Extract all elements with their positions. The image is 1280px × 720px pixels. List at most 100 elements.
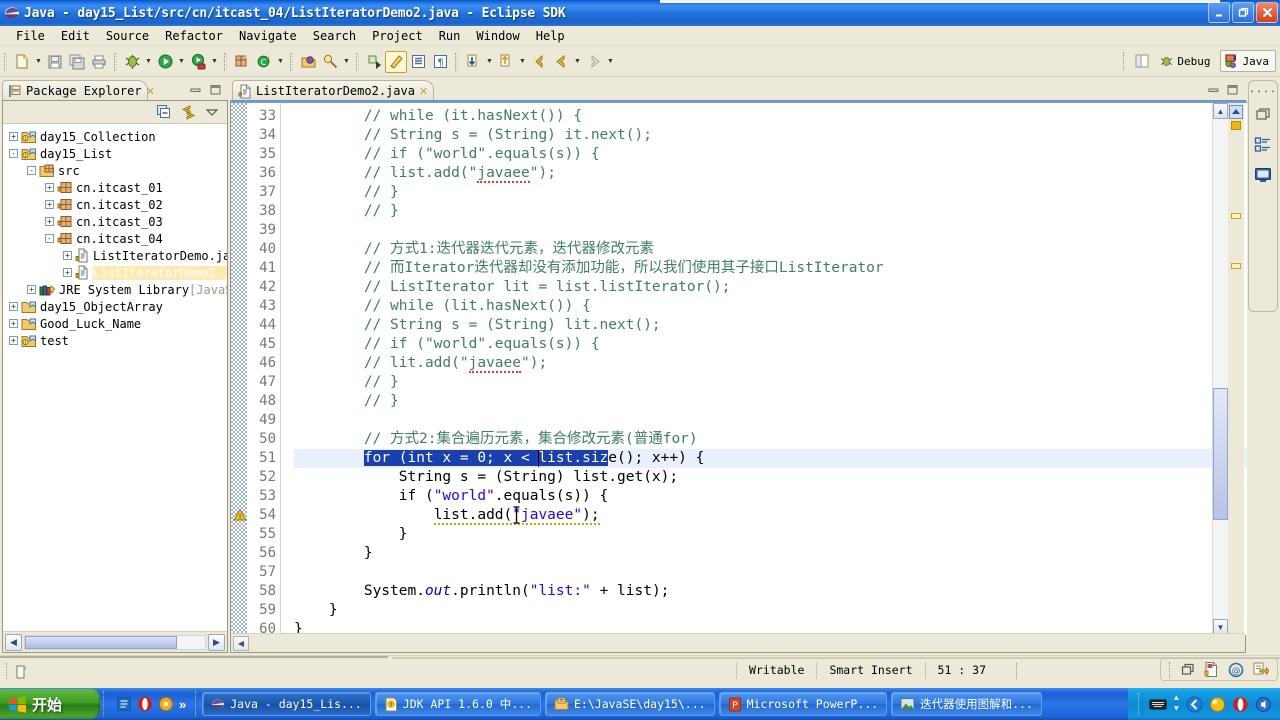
code-line[interactable]: // 而Iterator迭代器却没有添加功能，所以我们使用其子接口ListIte… [294, 259, 884, 278]
tree-item[interactable]: - Jday15_List [3, 145, 227, 162]
opera-tray-icon[interactable] [1232, 696, 1249, 713]
input-method-icon[interactable]: ⯅ ⯆ [1173, 693, 1180, 715]
menu-search[interactable]: Search [305, 28, 364, 44]
save-all-icon[interactable] [66, 51, 88, 73]
code-area[interactable]: ! 33 34 35 36 37 38 39 40 41 42 43 44 45 46 47 48 49 50 51… [231, 103, 1247, 635]
next-annotation-icon[interactable] [363, 51, 385, 73]
scroll-thumb[interactable] [1213, 388, 1228, 520]
code-line[interactable]: // list.add("javaee"); [294, 164, 556, 183]
expand-toggle-icon[interactable]: + [27, 285, 36, 294]
tree-item[interactable]: + Good_Luck_Name [3, 315, 227, 332]
expand-toggle-icon[interactable]: + [63, 268, 72, 277]
toolbar-grip-4[interactable] [290, 52, 293, 71]
task-item-eclipse[interactable]: Java - day15_Lis... [202, 692, 371, 716]
editor-vertical-scrollbar[interactable]: ▲ ▼ [1212, 103, 1228, 635]
code-line[interactable]: // while (it.hasNext()) { [294, 107, 582, 126]
explorer-horizontal-scrollbar[interactable]: ◀ ▶ [3, 631, 227, 652]
close-icon[interactable]: ✕ [146, 85, 155, 98]
code-line[interactable]: System.out.println("list:" + list); [294, 582, 670, 601]
previous-annotation-dropdown-icon[interactable]: ▼ [517, 51, 528, 73]
tree-item[interactable]: +! ListIteratorDemo2.j [3, 264, 227, 281]
overview-ruler[interactable] [1228, 103, 1244, 635]
window-controls[interactable] [1208, 2, 1278, 23]
minimize-icon[interactable] [189, 84, 202, 97]
code-line[interactable]: // if ("world".equals(s)) { [294, 145, 600, 164]
menu-source[interactable]: Source [98, 28, 157, 44]
minimize-button[interactable] [1208, 2, 1230, 23]
new-java-class-icon[interactable]: C [253, 51, 275, 73]
tree-item[interactable]: + day15_ObjectArray [3, 298, 227, 315]
overview-marker[interactable] [1231, 121, 1241, 130]
print-icon[interactable] [88, 51, 110, 73]
scroll-up-button[interactable]: ▲ [1213, 103, 1228, 119]
link-with-editor-icon[interactable] [177, 101, 199, 123]
tree-item[interactable]: + JRE System Library [JavaSE [3, 281, 227, 298]
code-line[interactable]: String s = (String) list.get(x); [294, 468, 678, 487]
email-icon[interactable]: @ [1228, 662, 1244, 678]
last-edit-location-icon[interactable] [528, 51, 550, 73]
search-icon[interactable] [319, 51, 341, 73]
expand-toggle-icon[interactable]: + [9, 302, 18, 311]
run-external-tools-icon[interactable] [187, 51, 209, 73]
tree-item[interactable]: +! cn.itcast_01 [3, 179, 227, 196]
new-java-package-icon[interactable] [231, 51, 253, 73]
menu-project[interactable]: Project [364, 28, 431, 44]
menu-file[interactable]: File [8, 28, 53, 44]
tree-item[interactable]: +! ListIteratorDemo.ja [3, 247, 227, 264]
menu-window[interactable]: Window [468, 28, 527, 44]
toolbar-grip-3[interactable] [224, 52, 227, 71]
close-icon[interactable]: ✕ [419, 85, 428, 98]
collapse-all-icon[interactable] [153, 101, 175, 123]
next-annotation-nav-icon[interactable] [462, 51, 484, 73]
quick-launch-grip[interactable] [103, 691, 107, 717]
annotation-bar[interactable]: ! [231, 103, 247, 635]
expand-toggle-icon[interactable]: + [9, 132, 18, 141]
forward-icon[interactable] [583, 51, 605, 73]
code-line[interactable]: // } [294, 183, 399, 202]
editor-horizontal-scrollbar[interactable]: ◀ [231, 633, 1245, 652]
menu-help[interactable]: Help [528, 28, 573, 44]
collapse-toggle-icon[interactable]: - [9, 149, 18, 158]
run-icon[interactable] [154, 51, 176, 73]
media-player-icon[interactable] [158, 696, 174, 712]
show-whitespace-icon[interactable]: ¶ [429, 51, 451, 73]
status-bar-grip-2[interactable] [1016, 662, 1020, 679]
task-item-powerpoint[interactable]: P Microsoft PowerP... [718, 692, 888, 716]
new-java-class-dropdown-icon[interactable]: ▼ [275, 51, 286, 73]
console-view-icon[interactable] [1252, 164, 1274, 186]
task-item-image-viewer[interactable]: 迭代器使用图解和... [891, 692, 1042, 716]
code-line[interactable]: // if ("world".equals(s)) { [294, 335, 600, 354]
tree-item[interactable]: -! cn.itcast_04 [3, 230, 227, 247]
code-line[interactable]: if ("world".equals(s)) { [294, 487, 609, 506]
blue-circle-icon[interactable] [1186, 696, 1203, 713]
collapse-toggle-icon[interactable]: - [45, 234, 54, 243]
fast-view-grip[interactable]: • • • • [1251, 87, 1276, 96]
code-line[interactable]: } [294, 601, 338, 620]
expand-toggle-icon[interactable]: + [45, 183, 54, 192]
menu-run[interactable]: Run [431, 28, 469, 44]
status-icons-grip[interactable] [1169, 661, 1173, 678]
outline-view-icon[interactable] [1252, 134, 1274, 156]
tile-windows-icon[interactable] [1181, 663, 1195, 677]
code-line[interactable]: // } [294, 373, 399, 392]
tree-item[interactable]: + Jday15_Collection [3, 128, 227, 145]
task-items-grip[interactable] [195, 691, 200, 717]
menu-refactor[interactable]: Refactor [157, 28, 231, 44]
code-line[interactable]: // 方式1:迭代器迭代元素，迭代器修改元素 [294, 240, 654, 259]
opera-icon[interactable] [137, 696, 153, 712]
yellow-ball-icon[interactable] [1209, 696, 1226, 713]
volume-icon[interactable] [1255, 696, 1272, 713]
debug-dropdown-icon[interactable]: ▼ [143, 51, 154, 73]
view-menu-icon[interactable] [201, 101, 223, 123]
search-dropdown-icon[interactable]: ▼ [341, 51, 352, 73]
maximize-icon[interactable] [209, 83, 222, 96]
menu-edit[interactable]: Edit [53, 28, 98, 44]
expand-toggle-icon[interactable]: + [63, 251, 72, 260]
toggle-mark-occurrences-ruler-icon[interactable] [1229, 105, 1243, 119]
scroll-track[interactable] [24, 634, 206, 650]
tree-item[interactable]: +! cn.itcast_03 [3, 213, 227, 230]
scroll-thumb[interactable] [25, 635, 177, 649]
run-external-dropdown-icon[interactable]: ▼ [209, 51, 220, 73]
editor-minimize-icon[interactable] [1207, 84, 1220, 97]
toolbar-grip-2[interactable] [114, 52, 117, 71]
